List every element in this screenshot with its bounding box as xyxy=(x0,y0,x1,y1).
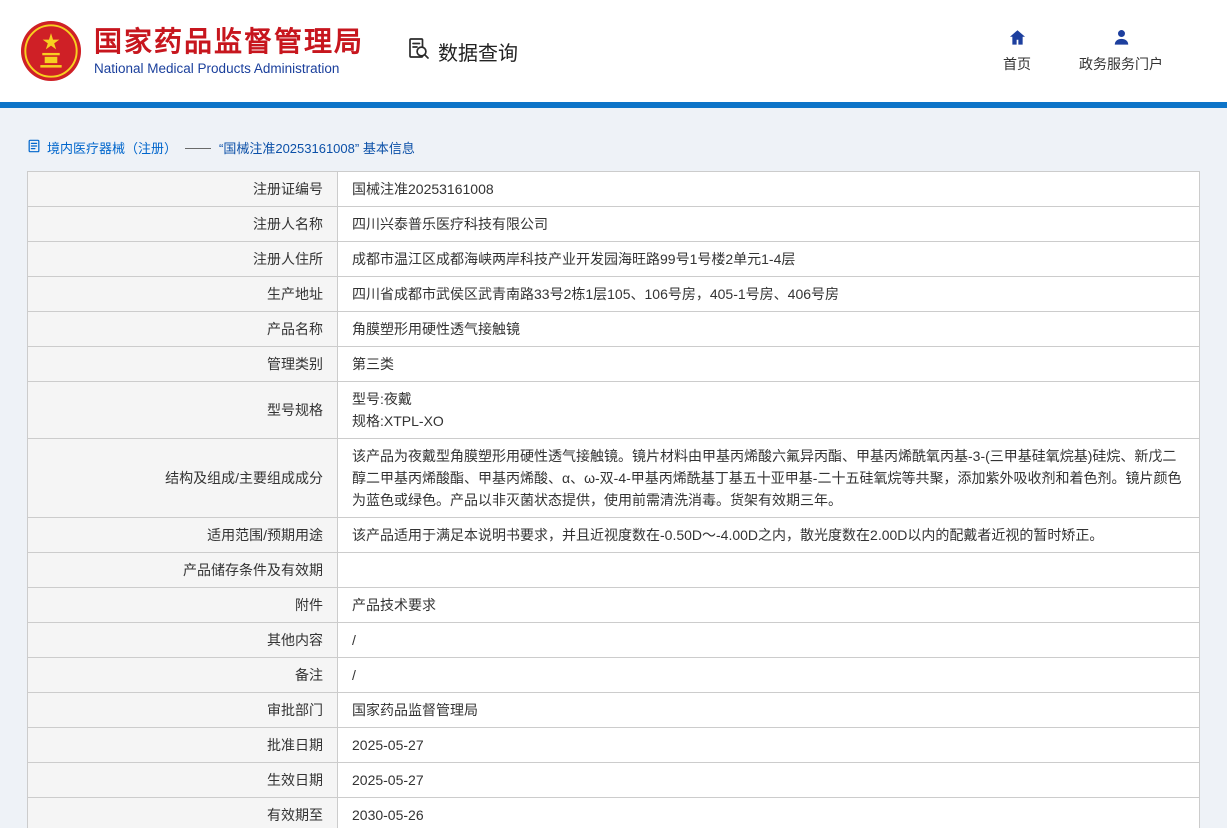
top-nav: 首页 政务服务门户 xyxy=(1003,28,1163,74)
home-icon xyxy=(1008,28,1027,50)
registration-info-table: 注册证编号国械注准20253161008注册人名称四川兴泰普乐医疗科技有限公司注… xyxy=(27,171,1200,828)
table-row: 审批部门国家药品监督管理局 xyxy=(28,693,1200,728)
table-row: 注册人名称四川兴泰普乐医疗科技有限公司 xyxy=(28,207,1200,242)
table-row: 批准日期2025-05-27 xyxy=(28,728,1200,763)
top-header: 国家药品监督管理局 National Medical Products Admi… xyxy=(0,0,1227,102)
row-label: 适用范围/预期用途 xyxy=(28,518,338,553)
row-label: 产品储存条件及有效期 xyxy=(28,553,338,588)
row-label: 注册证编号 xyxy=(28,172,338,207)
row-value: 国械注准20253161008 xyxy=(338,172,1200,207)
table-row: 有效期至2030-05-26 xyxy=(28,798,1200,828)
row-label: 生产地址 xyxy=(28,277,338,312)
table-row: 生效日期2025-05-27 xyxy=(28,763,1200,798)
table-row: 附件产品技术要求 xyxy=(28,588,1200,623)
table-row: 注册人住所成都市温江区成都海峡两岸科技产业开发园海旺路99号1号楼2单元1-4层 xyxy=(28,242,1200,277)
row-value: 该产品为夜戴型角膜塑形用硬性透气接触镜。镜片材料由甲基丙烯酸六氟异丙酯、甲基丙烯… xyxy=(338,439,1200,518)
user-icon xyxy=(1112,28,1131,50)
national-emblem-icon xyxy=(20,20,82,82)
row-label: 有效期至 xyxy=(28,798,338,828)
breadcrumb: 境内医疗器械（注册） —— “国械注准20253161008” 基本信息 xyxy=(27,138,1200,157)
row-value: 角膜塑形用硬性透气接触镜 xyxy=(338,312,1200,347)
org-titles: 国家药品监督管理局 National Medical Products Admi… xyxy=(94,26,364,76)
row-label: 产品名称 xyxy=(28,312,338,347)
table-row: 结构及组成/主要组成成分该产品为夜戴型角膜塑形用硬性透气接触镜。镜片材料由甲基丙… xyxy=(28,439,1200,518)
row-value: / xyxy=(338,658,1200,693)
nmpa-logo-link[interactable]: 国家药品监督管理局 National Medical Products Admi… xyxy=(20,20,364,82)
breadcrumb-separator: —— xyxy=(185,140,211,155)
main-content: 境内医疗器械（注册） —— “国械注准20253161008” 基本信息 注册证… xyxy=(0,108,1227,828)
row-label: 其他内容 xyxy=(28,623,338,658)
row-label: 生效日期 xyxy=(28,763,338,798)
nav-item-label: 政务服务门户 xyxy=(1079,54,1163,74)
nav-item-label: 首页 xyxy=(1003,54,1031,74)
row-value: 产品技术要求 xyxy=(338,588,1200,623)
row-label: 审批部门 xyxy=(28,693,338,728)
row-value: 四川省成都市武侯区武青南路33号2栋1层105、106号房，405-1号房、40… xyxy=(338,277,1200,312)
org-name-en: National Medical Products Administration xyxy=(94,61,364,76)
row-label: 型号规格 xyxy=(28,382,338,439)
data-query-icon xyxy=(406,36,430,66)
row-label: 注册人住所 xyxy=(28,242,338,277)
nav-item-portal[interactable]: 政务服务门户 xyxy=(1079,28,1163,74)
org-name-cn: 国家药品监督管理局 xyxy=(94,26,364,58)
table-row: 其他内容/ xyxy=(28,623,1200,658)
row-label: 结构及组成/主要组成成分 xyxy=(28,439,338,518)
table-row: 产品名称角膜塑形用硬性透气接触镜 xyxy=(28,312,1200,347)
breadcrumb-root-link[interactable]: 境内医疗器械（注册） xyxy=(47,138,177,157)
row-value: / xyxy=(338,623,1200,658)
table-row: 备注/ xyxy=(28,658,1200,693)
row-label: 备注 xyxy=(28,658,338,693)
data-query-link[interactable]: 数据查询 xyxy=(406,36,518,66)
row-value: 第三类 xyxy=(338,347,1200,382)
row-label: 附件 xyxy=(28,588,338,623)
table-row: 适用范围/预期用途该产品适用于满足本说明书要求，并且近视度数在-0.50D～-4… xyxy=(28,518,1200,553)
table-row: 产品储存条件及有效期 xyxy=(28,553,1200,588)
row-label: 管理类别 xyxy=(28,347,338,382)
table-row: 管理类别第三类 xyxy=(28,347,1200,382)
row-label: 批准日期 xyxy=(28,728,338,763)
row-value: 成都市温江区成都海峡两岸科技产业开发园海旺路99号1号楼2单元1-4层 xyxy=(338,242,1200,277)
row-value: 2030-05-26 xyxy=(338,798,1200,828)
row-value: 该产品适用于满足本说明书要求，并且近视度数在-0.50D～-4.00D之内，散光… xyxy=(338,518,1200,553)
row-value: 国家药品监督管理局 xyxy=(338,693,1200,728)
data-query-label: 数据查询 xyxy=(438,37,518,66)
table-row: 生产地址四川省成都市武侯区武青南路33号2栋1层105、106号房，405-1号… xyxy=(28,277,1200,312)
row-value: 2025-05-27 xyxy=(338,763,1200,798)
info-table-body: 注册证编号国械注准20253161008注册人名称四川兴泰普乐医疗科技有限公司注… xyxy=(28,172,1200,828)
table-row: 型号规格型号:夜戴 规格:XTPL-XO xyxy=(28,382,1200,439)
row-value xyxy=(338,553,1200,588)
row-value: 四川兴泰普乐医疗科技有限公司 xyxy=(338,207,1200,242)
row-value: 型号:夜戴 规格:XTPL-XO xyxy=(338,382,1200,439)
breadcrumb-current: “国械注准20253161008” 基本信息 xyxy=(219,138,415,157)
row-label: 注册人名称 xyxy=(28,207,338,242)
row-value: 2025-05-27 xyxy=(338,728,1200,763)
table-row: 注册证编号国械注准20253161008 xyxy=(28,172,1200,207)
nav-item-home[interactable]: 首页 xyxy=(1003,28,1031,74)
document-icon xyxy=(27,139,41,156)
